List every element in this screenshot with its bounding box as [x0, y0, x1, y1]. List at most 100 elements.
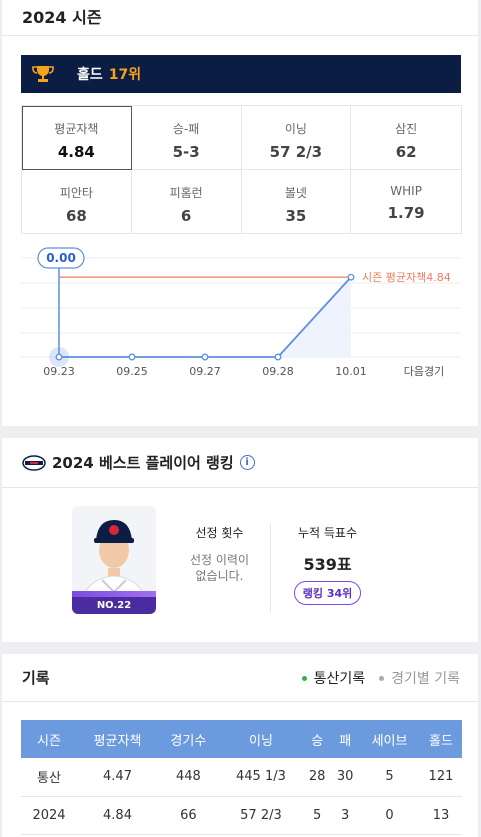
- column-header[interactable]: 이닝: [218, 720, 304, 758]
- stat-era[interactable]: 평균자책 4.84: [22, 106, 132, 170]
- reference-label: 시즌 평균자책4.84: [362, 271, 451, 284]
- team-logo-icon: [22, 454, 46, 471]
- record-table: 시즌 평균자책 경기수 이닝 승 패 세이브 홀드 통산 4.47 448 44…: [21, 720, 462, 835]
- stat-value: 4.84: [57, 143, 95, 161]
- info-icon[interactable]: i: [239, 455, 255, 470]
- table-cell: 13: [419, 796, 462, 835]
- record-card: 기록 통산기록 경기별 기록 시즌 평균자책 경기수 이닝 승 패 세이브 홀드: [2, 654, 478, 837]
- season-stat-grid: 평균자책 4.84 승-패 5-3 이닝 57 2/3 삼진 62 피안타 68…: [21, 105, 462, 234]
- table-header-row: 시즌 평균자책 경기수 이닝 승 패 세이브 홀드: [21, 720, 462, 758]
- selection-title: 선정 횟수: [195, 526, 244, 540]
- best-player-ranking-card: 2024 베스트 플레이어 랭킹 i NO.22 선정 횟수 선정 이력이 없습…: [2, 438, 478, 642]
- stat-label: WHIP: [390, 183, 422, 198]
- table-cell: 448: [158, 758, 219, 797]
- x-tick-label: 09.23: [43, 365, 75, 378]
- table-row: 통산 4.47 448 445 1/3 28 30 5 121: [21, 758, 462, 797]
- data-point: [274, 353, 282, 361]
- data-point: [201, 353, 209, 361]
- x-tick-label: 09.27: [189, 365, 221, 378]
- player-number-badge: NO.22: [72, 591, 156, 614]
- stat-walks[interactable]: 볼넷 35: [242, 169, 352, 233]
- stat-label: 이닝: [284, 122, 307, 136]
- highlight-value: 0.00: [46, 251, 76, 265]
- selection-count: 선정 횟수 선정 이력이 없습니다.: [172, 524, 267, 584]
- ranking-title: 2024 베스트 플레이어 랭킹: [52, 454, 234, 472]
- table-cell: 통산: [21, 758, 78, 797]
- tab-dot-icon: [301, 675, 307, 681]
- next-game-label: 다음경기: [404, 365, 444, 378]
- table-cell: 0: [359, 796, 420, 835]
- record-tabs: 통산기록 경기별 기록: [288, 668, 460, 688]
- hold-rank: 17위: [108, 67, 142, 83]
- record-title: 기록: [22, 669, 50, 687]
- data-point: [55, 353, 63, 361]
- column-header[interactable]: 홀드: [419, 720, 462, 758]
- vote-title: 누적 득표수: [297, 526, 357, 540]
- stat-label: 피안타: [59, 185, 93, 200]
- stat-label: 피홈런: [169, 185, 203, 200]
- column-header[interactable]: 시즌: [21, 720, 78, 758]
- column-header[interactable]: 경기수: [158, 720, 219, 758]
- column-header[interactable]: 평균자책: [77, 720, 158, 758]
- ranking-header: 2024 베스트 플레이어 랭킹 i: [2, 438, 478, 488]
- tab-game-record[interactable]: 경기별 기록: [379, 668, 460, 688]
- selection-desc-line: 선정 이력이: [189, 553, 249, 567]
- hold-rank-banner: 홀드 17위: [21, 55, 461, 93]
- divider: [270, 524, 271, 612]
- stat-innings[interactable]: 이닝 57 2/3: [241, 106, 352, 170]
- column-header[interactable]: 세이브: [359, 720, 420, 758]
- tab-career-record[interactable]: 통산기록: [301, 668, 366, 688]
- table-cell: 4.47: [77, 758, 158, 797]
- table-cell: 5: [359, 758, 420, 797]
- vote-value: 539표: [303, 555, 352, 574]
- hold-label: 홀드: [77, 67, 103, 83]
- table-cell: 445 1/3: [218, 758, 304, 797]
- table-cell: 57 2/3: [218, 796, 304, 835]
- tab-label: 통산기록: [313, 671, 366, 687]
- selection-desc-line: 없습니다.: [195, 569, 244, 583]
- stat-value: 1.79: [387, 203, 425, 222]
- stat-value: 35: [285, 206, 307, 225]
- era-trend-chart: 시즌 평균자책4.84 0.00 09.23 09.25 09.27 09.28 10.01…: [21, 247, 461, 378]
- stat-label: 볼넷: [284, 185, 307, 200]
- x-tick-label: 10.01: [335, 365, 367, 378]
- column-header[interactable]: 패: [331, 720, 360, 758]
- x-tick-label: 09.25: [116, 365, 148, 378]
- stat-label: 삼진: [395, 122, 418, 136]
- stat-label: 승-패: [172, 122, 200, 136]
- table-cell: 66: [158, 796, 219, 835]
- table-cell: 28: [303, 758, 332, 797]
- data-point: [128, 353, 136, 361]
- stat-hits-allowed[interactable]: 피안타 68: [22, 169, 132, 233]
- rank-badge[interactable]: 랭킹 34위: [293, 581, 362, 605]
- tab-dot-icon: [379, 675, 385, 681]
- trophy-icon: [32, 66, 54, 82]
- season-card: 2024 시즌 홀드 17위 평균자책 4.84 승-패 5-3 이닝 57 2…: [2, 0, 478, 426]
- data-point: [347, 273, 355, 281]
- table-cell: 4.84: [77, 796, 158, 835]
- series-area: [59, 277, 351, 357]
- player-photo-card[interactable]: NO.22: [72, 506, 156, 614]
- stat-label: 평균자책: [54, 122, 99, 136]
- table-cell: 121: [419, 758, 462, 797]
- table-row: 2024 4.84 66 57 2/3 5 3 0 13: [21, 796, 462, 835]
- stat-whip[interactable]: WHIP 1.79: [351, 170, 461, 234]
- stat-win-loss[interactable]: 승-패 5-3: [131, 106, 242, 170]
- season-title: 2024 시즌: [2, 0, 478, 36]
- stat-value: 62: [395, 143, 417, 161]
- stat-value: 6: [180, 206, 192, 225]
- stat-value: 68: [65, 206, 87, 225]
- tab-label: 경기별 기록: [391, 671, 460, 687]
- stat-value: 5-3: [172, 143, 200, 161]
- stat-home-runs-allowed[interactable]: 피홈런 6: [132, 169, 242, 233]
- table-cell: 2024: [21, 796, 78, 835]
- table-cell: 30: [331, 758, 360, 797]
- table-cell: 3: [331, 796, 360, 835]
- cumulative-votes: 누적 득표수 539표 랭킹 34위: [280, 524, 375, 605]
- stat-value: 57 2/3: [269, 143, 323, 161]
- column-header[interactable]: 승: [303, 720, 332, 758]
- stat-strikeouts[interactable]: 삼진 62: [351, 106, 461, 170]
- x-tick-label: 09.28: [262, 365, 294, 378]
- table-cell: 5: [303, 796, 332, 835]
- selection-description: 선정 이력이 없습니다.: [172, 552, 267, 584]
